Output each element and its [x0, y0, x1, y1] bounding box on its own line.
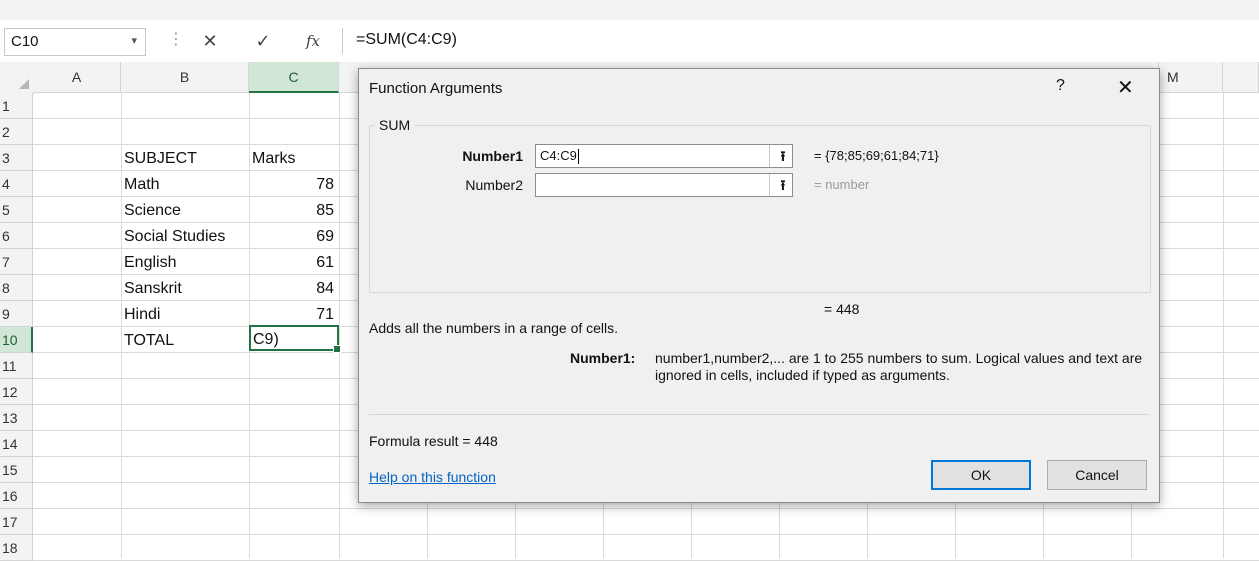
row-header[interactable]: 9 [0, 301, 33, 327]
column-header-n[interactable] [1223, 62, 1259, 93]
column-gridline [121, 93, 122, 558]
fill-handle[interactable] [333, 345, 341, 353]
formula-bar: C10 ▾ ⋮ ✕ ✓ fx =SUM(C4:C9) [0, 20, 1259, 63]
arg2-result: = number [814, 177, 870, 192]
cell-marks[interactable]: 61 [249, 254, 334, 272]
cell-marks[interactable]: 85 [249, 202, 334, 220]
help-on-function-link[interactable]: Help on this function [369, 469, 496, 485]
row-header[interactable]: 14 [0, 431, 33, 457]
function-description: Adds all the numbers in a range of cells… [369, 320, 619, 336]
row-header[interactable]: 15 [0, 457, 33, 483]
row-header[interactable]: 12 [0, 379, 33, 405]
arg2-collapse-icon[interactable]: ⭱ [769, 174, 796, 196]
title-strip [0, 0, 1259, 21]
row-header[interactable]: 2 [0, 119, 33, 145]
row-header[interactable]: 8 [0, 275, 33, 301]
insert-function-icon[interactable]: fx [298, 28, 328, 54]
arg1-collapse-icon[interactable]: ⭱ [769, 145, 796, 167]
cell-marks[interactable]: 69 [249, 228, 334, 246]
row-header[interactable]: 10 [0, 327, 33, 353]
row-header[interactable]: 5 [0, 197, 33, 223]
formula-bar-dots-icon: ⋮ [168, 31, 184, 48]
row-header[interactable]: 1 [0, 93, 33, 119]
cell-subject[interactable]: English [124, 254, 176, 272]
row-header[interactable]: 6 [0, 223, 33, 249]
cancel-button[interactable]: Cancel [1047, 460, 1147, 490]
function-name-label: SUM [375, 117, 415, 133]
function-result: = 448 [824, 301, 860, 317]
arg2-input[interactable] [535, 173, 793, 197]
close-icon[interactable]: ✕ [1117, 75, 1134, 100]
cell-subject[interactable]: Social Studies [124, 228, 225, 246]
column-header-a[interactable]: A [33, 62, 121, 93]
active-cell-c10[interactable]: C9) [249, 325, 341, 353]
cell-subject[interactable]: Math [124, 176, 160, 194]
name-box[interactable]: C10 ▾ [4, 28, 146, 56]
row-header[interactable]: 16 [0, 483, 33, 509]
select-all-corner[interactable] [0, 62, 34, 94]
function-arguments-dialog: Function Arguments ? ✕ SUM Number1 C4:C9… [358, 68, 1160, 503]
help-icon[interactable]: ? [1056, 77, 1065, 95]
select-all-icon [19, 79, 29, 89]
column-gridline [1223, 93, 1224, 558]
cell-b10-total[interactable]: TOTAL [124, 332, 174, 350]
arg1-input-value: C4:C9 [540, 148, 579, 165]
row-header[interactable]: 13 [0, 405, 33, 431]
arg1-result: = {78;85;69;61;84;71} [814, 148, 939, 163]
dialog-divider [369, 414, 1149, 415]
cell-subject[interactable]: Sanskrit [124, 280, 182, 298]
arg1-input[interactable]: C4:C9 [535, 144, 793, 168]
dialog-title: Function Arguments [369, 80, 503, 97]
cell-subject[interactable]: Hindi [124, 306, 160, 324]
enter-check-icon[interactable]: ✓ [248, 28, 278, 54]
column-gridline [339, 93, 340, 558]
active-cell-text: C9) [253, 331, 279, 348]
column-header-c[interactable]: C [249, 62, 339, 93]
cell-c3[interactable]: Marks [252, 150, 296, 168]
row-gridline [33, 534, 1259, 535]
chevron-down-icon[interactable]: ▾ [131, 34, 137, 47]
formula-result: Formula result = 448 [369, 433, 498, 449]
row-header[interactable]: 18 [0, 535, 33, 561]
row-header[interactable]: 3 [0, 145, 33, 171]
column-header-m[interactable]: M [1159, 62, 1223, 93]
ok-button[interactable]: OK [931, 460, 1031, 490]
arg2-label: Number2 [465, 177, 523, 193]
row-gridline [33, 508, 1259, 509]
row-header[interactable]: 11 [0, 353, 33, 379]
arg-help-name: Number1: [570, 350, 636, 366]
cell-marks[interactable]: 78 [249, 176, 334, 194]
cell-b3[interactable]: SUBJECT [124, 150, 197, 168]
arg1-label: Number1 [462, 148, 523, 164]
column-header-b[interactable]: B [121, 62, 249, 93]
name-box-value: C10 [11, 33, 39, 50]
row-header[interactable]: 17 [0, 509, 33, 535]
arg-help-text: number1,number2,... are 1 to 255 numbers… [655, 350, 1143, 383]
cancel-entry-icon[interactable]: ✕ [195, 28, 225, 54]
cell-marks[interactable]: 84 [249, 280, 334, 298]
cell-marks[interactable]: 71 [249, 306, 334, 324]
formula-input[interactable]: =SUM(C4:C9) [356, 31, 457, 49]
formula-bar-divider [342, 28, 343, 54]
row-header[interactable]: 4 [0, 171, 33, 197]
row-header[interactable]: 7 [0, 249, 33, 275]
cell-subject[interactable]: Science [124, 202, 181, 220]
